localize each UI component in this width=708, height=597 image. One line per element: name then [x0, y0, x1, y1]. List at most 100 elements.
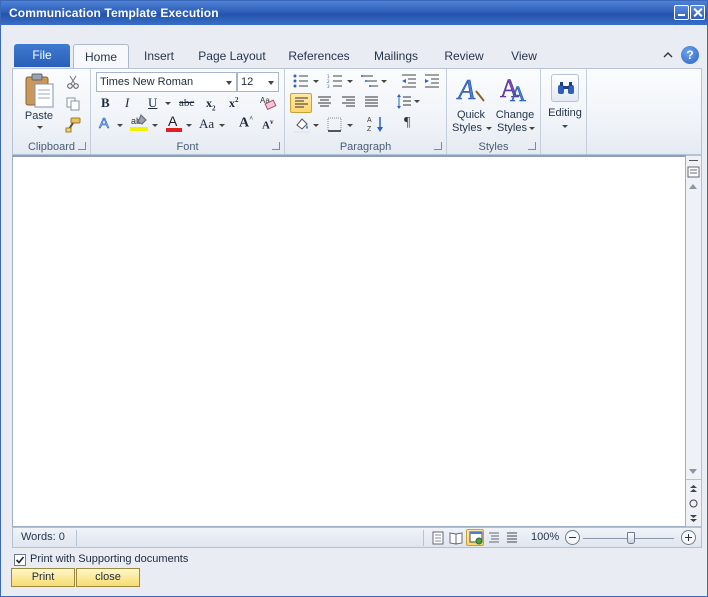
underline-icon[interactable]: U: [148, 95, 157, 111]
help-icon[interactable]: ?: [681, 46, 699, 64]
scroll-up-arrow[interactable]: [689, 184, 697, 189]
sort-icon[interactable]: A Z: [367, 115, 385, 133]
change-styles-label-bottom[interactable]: Styles: [490, 122, 534, 134]
full-screen-reading-view-icon[interactable]: [449, 531, 463, 545]
view-ruler-icon[interactable]: [687, 166, 700, 178]
subscript-icon[interactable]: x2: [206, 96, 216, 112]
previous-page-icon[interactable]: [689, 484, 698, 493]
tab-file[interactable]: File: [14, 44, 70, 67]
text-effects-dropdown-arrow[interactable]: [117, 124, 123, 127]
change-styles-icon[interactable]: A A: [499, 73, 531, 105]
text-effects-icon[interactable]: A: [99, 115, 110, 133]
copy-icon[interactable]: [66, 97, 80, 111]
editing-label[interactable]: Editing: [543, 107, 587, 119]
minimize-button[interactable]: [674, 5, 689, 20]
editing-button[interactable]: [551, 74, 579, 102]
line-spacing-icon[interactable]: [396, 94, 412, 110]
paste-dropdown-arrow[interactable]: [37, 126, 43, 129]
tab-review[interactable]: Review: [438, 44, 490, 68]
borders-icon[interactable]: [327, 117, 342, 132]
shading-icon[interactable]: [293, 116, 311, 134]
zoom-out-button[interactable]: [565, 530, 580, 545]
bullets-dropdown-arrow[interactable]: [313, 80, 319, 83]
font-launcher-icon[interactable]: [272, 142, 280, 150]
tab-page-layout[interactable]: Page Layout: [194, 44, 270, 68]
web-layout-view-button[interactable]: [466, 529, 484, 546]
clipboard-launcher-icon[interactable]: [78, 142, 86, 150]
close-window-button[interactable]: [690, 5, 705, 20]
borders-dropdown-arrow[interactable]: [347, 124, 353, 127]
quick-styles-label-top[interactable]: Quick: [451, 109, 491, 121]
print-supporting-label[interactable]: Print with Supporting documents: [30, 553, 188, 565]
paste-label[interactable]: Paste: [21, 110, 57, 122]
vertical-scrollbar[interactable]: [686, 155, 702, 527]
highlight-dropdown-arrow[interactable]: [152, 124, 158, 127]
change-styles-dropdown-arrow[interactable]: [529, 127, 535, 130]
next-page-icon[interactable]: [689, 514, 698, 523]
paragraph-launcher-icon[interactable]: [434, 142, 442, 150]
title-bar[interactable]: Communication Template Execution: [1, 1, 707, 25]
strikethrough-icon[interactable]: abc: [179, 97, 194, 109]
cut-icon[interactable]: [66, 75, 80, 89]
change-case-dropdown-arrow[interactable]: [219, 124, 225, 127]
increase-indent-icon[interactable]: [424, 74, 440, 88]
quick-styles-label-bottom[interactable]: Styles: [447, 122, 487, 134]
document-editor[interactable]: [12, 155, 686, 527]
draft-view-icon[interactable]: [505, 531, 519, 545]
scroll-down-arrow[interactable]: [689, 469, 697, 474]
tab-view[interactable]: View: [502, 44, 546, 68]
grow-font-icon[interactable]: A^: [239, 115, 253, 132]
numbering-icon[interactable]: 123: [327, 74, 343, 88]
justify-icon[interactable]: [364, 96, 379, 109]
select-browse-object-icon[interactable]: [689, 499, 698, 508]
tab-mailings[interactable]: Mailings: [368, 44, 424, 68]
shading-dropdown-arrow[interactable]: [313, 124, 319, 127]
numbering-dropdown-arrow[interactable]: [347, 80, 353, 83]
bullets-icon[interactable]: [293, 74, 309, 88]
line-spacing-dropdown-arrow[interactable]: [414, 100, 420, 103]
ribbon-tab-row: File Home Insert Page Layout References …: [12, 43, 702, 68]
styles-launcher-icon[interactable]: [528, 142, 536, 150]
collapse-ribbon-icon[interactable]: [662, 49, 674, 61]
multilevel-list-icon[interactable]: [361, 74, 379, 88]
change-case-icon[interactable]: Aa: [199, 116, 214, 132]
tab-home[interactable]: Home: [73, 44, 129, 68]
align-left-button[interactable]: [290, 93, 312, 113]
change-styles-label-top[interactable]: Change: [493, 109, 537, 121]
styles-group: A Quick Styles A A Change Styles Styles: [447, 69, 541, 154]
superscript-icon[interactable]: x2: [229, 96, 239, 111]
align-right-icon[interactable]: [341, 96, 356, 109]
underline-dropdown-arrow[interactable]: [165, 102, 171, 105]
bold-icon[interactable]: B: [101, 95, 110, 111]
zoom-level[interactable]: 100%: [531, 531, 559, 543]
font-color-dropdown-arrow[interactable]: [186, 124, 192, 127]
outline-view-icon[interactable]: [487, 531, 501, 545]
svg-text:Z: Z: [367, 126, 372, 133]
align-center-icon[interactable]: [317, 96, 332, 109]
paste-icon[interactable]: [24, 73, 56, 109]
show-formatting-icon[interactable]: ¶: [404, 115, 410, 131]
decrease-indent-icon[interactable]: [401, 74, 417, 88]
word-count[interactable]: Words: 0: [21, 531, 65, 543]
tab-insert[interactable]: Insert: [135, 44, 183, 68]
print-layout-view-icon[interactable]: [431, 531, 445, 545]
font-color-icon[interactable]: A: [165, 113, 183, 133]
close-button[interactable]: close: [76, 568, 140, 587]
print-supporting-checkbox[interactable]: [14, 554, 26, 566]
highlight-icon[interactable]: ab: [129, 113, 149, 133]
ruler-toggle-icon[interactable]: [689, 160, 698, 161]
print-button[interactable]: Print: [11, 568, 75, 587]
font-family-dropdown[interactable]: Times New Roman: [96, 72, 237, 92]
italic-icon[interactable]: I: [125, 95, 129, 111]
shrink-font-icon[interactable]: Av: [262, 118, 273, 132]
multilevel-list-dropdown-arrow[interactable]: [381, 80, 387, 83]
quick-styles-icon[interactable]: A: [456, 73, 486, 105]
font-size-dropdown[interactable]: 12: [237, 72, 279, 92]
clear-formatting-icon[interactable]: Aa: [259, 94, 277, 110]
zoom-in-button[interactable]: [681, 530, 696, 545]
tab-references[interactable]: References: [282, 44, 356, 68]
editing-dropdown-arrow[interactable]: [562, 125, 568, 128]
zoom-slider-thumb[interactable]: [627, 532, 635, 544]
format-painter-icon[interactable]: [65, 117, 81, 133]
font-group: Times New Roman 12 B I U abc x2 x2 Aa A: [91, 69, 285, 154]
